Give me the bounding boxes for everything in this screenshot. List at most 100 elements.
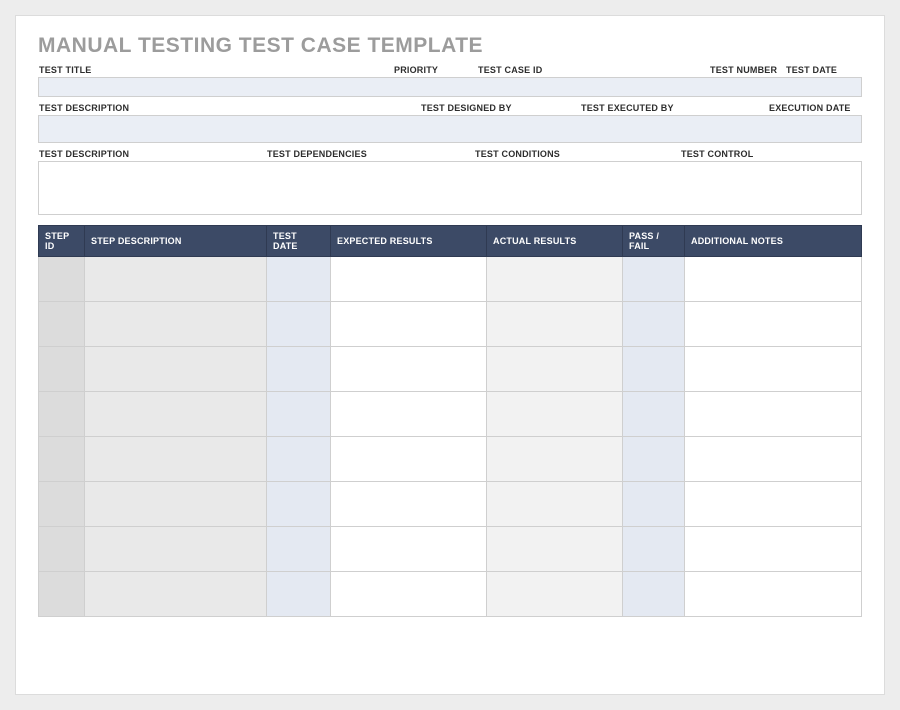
cell-step-id[interactable] — [39, 482, 85, 527]
cell-notes[interactable] — [685, 527, 862, 572]
cell-step-description[interactable] — [85, 482, 267, 527]
label-test-case-id: TEST CASE ID — [477, 62, 709, 77]
cell-step-id[interactable] — [39, 437, 85, 482]
template-page: MANUAL TESTING TEST CASE TEMPLATE TEST T… — [15, 15, 885, 695]
cell-step-id[interactable] — [39, 257, 85, 302]
steps-table: STEP ID STEP DESCRIPTION TEST DATE EXPEC… — [38, 225, 862, 617]
field-execution-date[interactable] — [768, 115, 862, 143]
cell-notes[interactable] — [685, 482, 862, 527]
cell-test-date[interactable] — [267, 572, 331, 617]
cell-pass-fail[interactable] — [623, 482, 685, 527]
cell-notes[interactable] — [685, 572, 862, 617]
cell-test-date[interactable] — [267, 257, 331, 302]
label-dependencies: TEST DEPENDENCIES — [266, 146, 474, 161]
cell-step-id[interactable] — [39, 527, 85, 572]
label-test-number: TEST NUMBER — [709, 62, 785, 77]
cell-expected[interactable] — [331, 572, 487, 617]
label-executed-by: TEST EXECUTED BY — [580, 100, 768, 115]
label-test-date: TEST DATE — [785, 62, 862, 77]
table-row — [39, 572, 862, 617]
field-test-title[interactable] — [38, 77, 393, 97]
cell-pass-fail[interactable] — [623, 302, 685, 347]
cell-test-date[interactable] — [267, 437, 331, 482]
th-actual: ACTUAL RESULTS — [487, 226, 623, 257]
cell-step-id[interactable] — [39, 302, 85, 347]
cell-pass-fail[interactable] — [623, 347, 685, 392]
label-test-title: TEST TITLE — [38, 62, 393, 77]
cell-pass-fail[interactable] — [623, 437, 685, 482]
cell-notes[interactable] — [685, 257, 862, 302]
cell-expected[interactable] — [331, 302, 487, 347]
cell-test-date[interactable] — [267, 392, 331, 437]
cell-notes[interactable] — [685, 347, 862, 392]
cell-actual[interactable] — [487, 572, 623, 617]
steps-header-row: STEP ID STEP DESCRIPTION TEST DATE EXPEC… — [39, 226, 862, 257]
field-test-case-id[interactable] — [477, 77, 709, 97]
cell-actual[interactable] — [487, 347, 623, 392]
cell-step-description[interactable] — [85, 572, 267, 617]
field-test-description[interactable] — [38, 115, 420, 143]
cell-step-description[interactable] — [85, 347, 267, 392]
cell-step-id[interactable] — [39, 392, 85, 437]
cell-step-description[interactable] — [85, 257, 267, 302]
cell-pass-fail[interactable] — [623, 572, 685, 617]
cell-notes[interactable] — [685, 302, 862, 347]
label-description-2: TEST DESCRIPTION — [38, 146, 266, 161]
th-pass-fail: PASS / FAIL — [623, 226, 685, 257]
cell-expected[interactable] — [331, 347, 487, 392]
th-test-date: TEST DATE — [267, 226, 331, 257]
field-executed-by[interactable] — [580, 115, 768, 143]
table-row — [39, 302, 862, 347]
label-execution-date: EXECUTION DATE — [768, 100, 862, 115]
cell-test-date[interactable] — [267, 527, 331, 572]
table-row — [39, 437, 862, 482]
cell-pass-fail[interactable] — [623, 527, 685, 572]
cell-step-description[interactable] — [85, 302, 267, 347]
label-test-description: TEST DESCRIPTION — [38, 100, 420, 115]
field-priority[interactable] — [393, 77, 477, 97]
cell-step-id[interactable] — [39, 572, 85, 617]
cell-step-description[interactable] — [85, 527, 267, 572]
meta-row-1: TEST TITLE PRIORITY TEST CASE ID TEST NU… — [38, 62, 862, 97]
cell-test-date[interactable] — [267, 302, 331, 347]
cell-step-id[interactable] — [39, 347, 85, 392]
th-step-description: STEP DESCRIPTION — [85, 226, 267, 257]
table-row — [39, 257, 862, 302]
cell-actual[interactable] — [487, 527, 623, 572]
cell-pass-fail[interactable] — [623, 392, 685, 437]
cell-pass-fail[interactable] — [623, 257, 685, 302]
cell-actual[interactable] — [487, 392, 623, 437]
field-test-number[interactable] — [709, 77, 785, 97]
cell-step-description[interactable] — [85, 392, 267, 437]
cell-expected[interactable] — [331, 482, 487, 527]
label-designed-by: TEST DESIGNED BY — [420, 100, 580, 115]
cell-notes[interactable] — [685, 392, 862, 437]
field-dependencies[interactable] — [266, 161, 474, 215]
page-title: MANUAL TESTING TEST CASE TEMPLATE — [38, 34, 862, 58]
label-control: TEST CONTROL — [680, 146, 862, 161]
field-conditions[interactable] — [474, 161, 680, 215]
cell-expected[interactable] — [331, 527, 487, 572]
cell-expected[interactable] — [331, 257, 487, 302]
meta-row-2: TEST DESCRIPTION TEST DESIGNED BY TEST E… — [38, 100, 862, 143]
cell-actual[interactable] — [487, 302, 623, 347]
field-control[interactable] — [680, 161, 862, 215]
field-designed-by[interactable] — [420, 115, 580, 143]
cell-actual[interactable] — [487, 437, 623, 482]
label-conditions: TEST CONDITIONS — [474, 146, 680, 161]
table-row — [39, 527, 862, 572]
field-test-date[interactable] — [785, 77, 862, 97]
field-description-2[interactable] — [38, 161, 266, 215]
cell-actual[interactable] — [487, 257, 623, 302]
cell-step-description[interactable] — [85, 437, 267, 482]
cell-actual[interactable] — [487, 482, 623, 527]
cell-test-date[interactable] — [267, 347, 331, 392]
table-row — [39, 347, 862, 392]
cell-test-date[interactable] — [267, 482, 331, 527]
table-row — [39, 482, 862, 527]
th-notes: ADDITIONAL NOTES — [685, 226, 862, 257]
cell-notes[interactable] — [685, 437, 862, 482]
cell-expected[interactable] — [331, 392, 487, 437]
cell-expected[interactable] — [331, 437, 487, 482]
label-priority: PRIORITY — [393, 62, 477, 77]
